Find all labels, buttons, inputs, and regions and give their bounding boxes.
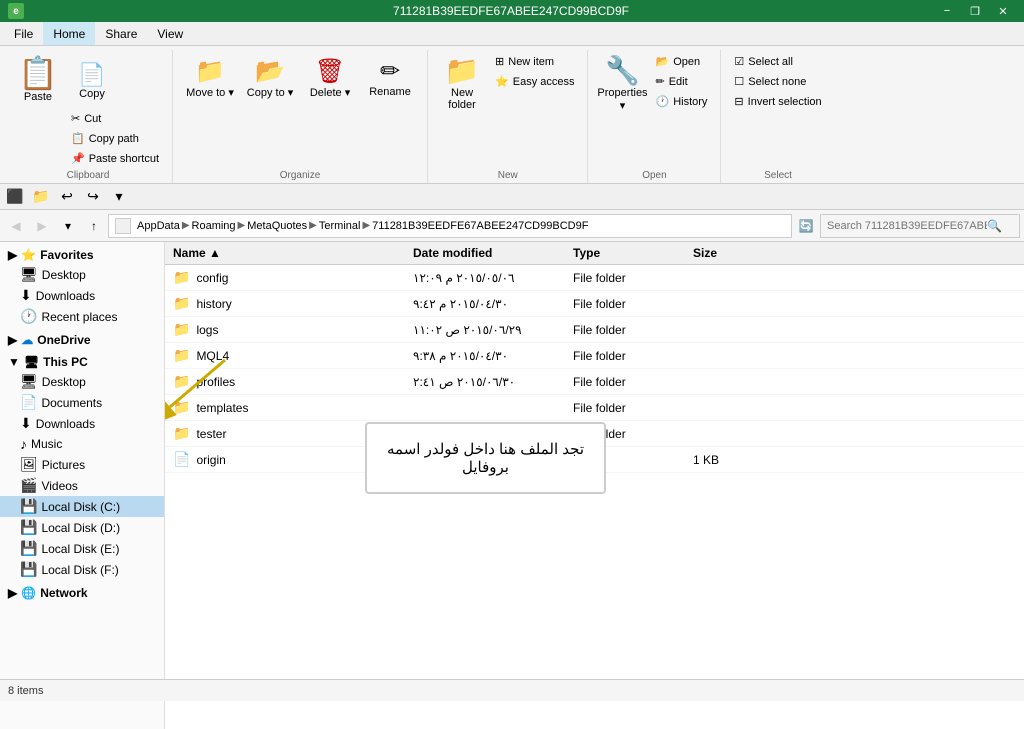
ribbon-new-group: 📁 Newfolder ⊞New item ⭐Easy access New: [428, 50, 588, 183]
title-bar: e 711281B39EEDFE67ABEE247CD99BCD9F − ❐ ✕: [0, 0, 1024, 22]
sidebar-network-header[interactable]: ▶🌐 Network: [0, 584, 164, 602]
history-button[interactable]: 🕐History: [650, 92, 712, 111]
sidebar-favorites-header[interactable]: ▶⭐ Favorites: [0, 246, 164, 264]
sidebar-thispc-header[interactable]: ▼🖥 This PC: [0, 353, 164, 371]
sidebar-network: ▶🌐 Network: [0, 584, 164, 602]
sidebar: ▶⭐ Favorites 🖥Desktop ⬇Downloads 🕐Recent…: [0, 242, 165, 729]
recent-locations-button[interactable]: ▾: [56, 214, 80, 238]
sidebar-item-music[interactable]: ♪Music: [0, 434, 164, 454]
table-row[interactable]: 📁templates File folder: [165, 395, 1024, 421]
ribbon-select-group: ☑Select all ☐Select none ⊟Invert selecti…: [721, 50, 834, 183]
copy-path-button[interactable]: 📋Copy path: [66, 129, 164, 148]
quick-toolbar: ⬛ 📁 ↩ ↪ ▾: [0, 184, 1024, 210]
search-box[interactable]: 🔍: [820, 214, 1020, 238]
sidebar-item-desktop[interactable]: 🖥Desktop: [0, 264, 164, 285]
ribbon-open-group: 🔧 Properties ▾ 📂Open ✏Edit 🕐History Open: [588, 50, 721, 183]
qt-undo-button[interactable]: ↩: [56, 186, 78, 208]
main-area: ▶⭐ Favorites 🖥Desktop ⬇Downloads 🕐Recent…: [0, 242, 1024, 729]
qt-new-folder-button[interactable]: 📁: [30, 186, 52, 208]
move-to-button[interactable]: 📁 Move to ▾: [181, 52, 239, 102]
col-name-header[interactable]: Name ▲: [165, 244, 405, 262]
sidebar-item-local-d[interactable]: 💾Local Disk (D:): [0, 517, 164, 538]
ribbon-clipboard-group: 📋 Paste 📄 Copy ✂Cut 📋Copy path 📌Paste sh…: [4, 50, 173, 183]
file-list: Name ▲ Date modified Type Size 📁config ٢…: [165, 242, 1024, 729]
new-item-button[interactable]: ⊞New item: [490, 52, 579, 71]
edit-button[interactable]: ✏Edit: [650, 72, 712, 91]
cut-button[interactable]: ✂Cut: [66, 109, 164, 128]
delete-button[interactable]: 🗑 Delete ▾: [301, 52, 359, 102]
table-row[interactable]: 📁MQL4 ٢٠١٥/٠٤/٣٠ م ٩:٣٨ File folder: [165, 343, 1024, 369]
properties-button[interactable]: 🔧 Properties ▾: [596, 52, 648, 115]
sidebar-item-pictures[interactable]: 🖼Pictures: [0, 454, 164, 475]
select-none-button[interactable]: ☐Select none: [729, 72, 826, 91]
status-bar: 8 items: [0, 679, 1024, 701]
back-button[interactable]: ◀: [4, 214, 28, 238]
select-all-button[interactable]: ☑Select all: [729, 52, 826, 71]
up-button[interactable]: ↑: [82, 214, 106, 238]
new-folder-button[interactable]: 📁 Newfolder: [436, 52, 488, 114]
menu-home[interactable]: Home: [43, 22, 95, 45]
open-button[interactable]: 📂Open: [650, 52, 712, 71]
status-text: 8 items: [8, 685, 43, 697]
paste-button[interactable]: 📋 Paste: [12, 52, 64, 106]
file-list-header: Name ▲ Date modified Type Size: [165, 242, 1024, 265]
restore-button[interactable]: ❐: [962, 2, 988, 20]
table-row[interactable]: 📁logs ٢٠١٥/٠٦/٢٩ ص ١١:٠٢ File folder: [165, 317, 1024, 343]
address-bar: ◀ ▶ ▾ ↑ AppData ▶ Roaming ▶ MetaQuotes ▶…: [0, 210, 1024, 242]
table-row[interactable]: 📁history ٢٠١٥/٠٤/٣٠ م ٩:٤٢ File folder: [165, 291, 1024, 317]
col-size-header[interactable]: Size: [685, 244, 765, 262]
col-type-header[interactable]: Type: [565, 244, 685, 262]
breadcrumb-terminal[interactable]: Terminal: [319, 220, 361, 232]
sidebar-item-downloads[interactable]: ⬇Downloads: [0, 285, 164, 306]
table-row-profiles[interactable]: 📁profiles ٢٠١٥/٠٦/٣٠ ص ٢:٤١ File folder: [165, 369, 1024, 395]
table-row[interactable]: 📁config ٢٠١٥/٠٥/٠٦ م ١٢:٠٩ File folder: [165, 265, 1024, 291]
sidebar-favorites: ▶⭐ Favorites 🖥Desktop ⬇Downloads 🕐Recent…: [0, 246, 164, 327]
breadcrumb-appdata[interactable]: AppData: [137, 220, 180, 232]
sidebar-item-local-c[interactable]: 💾Local Disk (C:): [0, 496, 164, 517]
search-input[interactable]: [827, 220, 987, 232]
sidebar-item-local-e[interactable]: 💾Local Disk (E:): [0, 538, 164, 559]
breadcrumb-hash[interactable]: 711281B39EEDFE67ABEE247CD99BCD9F: [372, 220, 588, 232]
sidebar-item-documents[interactable]: 📄Documents: [0, 392, 164, 413]
menu-file[interactable]: File: [4, 22, 43, 45]
ribbon-organize-group: 📁 Move to ▾ 📂 Copy to ▾ 🗑 Delete ▾ ✏ Ren…: [173, 50, 428, 183]
easy-access-button[interactable]: ⭐Easy access: [490, 72, 579, 91]
sidebar-item-thispc-downloads[interactable]: ⬇Downloads: [0, 413, 164, 434]
annotation-box: تجد الملف هنا داخل فولدر اسمه بروفايل: [365, 422, 606, 494]
rename-button[interactable]: ✏ Rename: [361, 52, 419, 101]
minimize-button[interactable]: −: [934, 2, 960, 20]
forward-button[interactable]: ▶: [30, 214, 54, 238]
menu-bar: File Home Share View: [0, 22, 1024, 46]
breadcrumb-roaming[interactable]: Roaming: [192, 220, 236, 232]
copy-button[interactable]: 📄 Copy: [66, 52, 118, 108]
sidebar-onedrive-header[interactable]: ▶☁ OneDrive: [0, 331, 164, 349]
sidebar-onedrive: ▶☁ OneDrive: [0, 331, 164, 349]
refresh-button[interactable]: 🔄: [794, 214, 818, 238]
breadcrumb[interactable]: AppData ▶ Roaming ▶ MetaQuotes ▶ Termina…: [108, 214, 792, 238]
paste-shortcut-button[interactable]: 📌Paste shortcut: [66, 149, 164, 168]
window-title: 711281B39EEDFE67ABEE247CD99BCD9F: [88, 4, 934, 18]
breadcrumb-metaquotes[interactable]: MetaQuotes: [247, 220, 307, 232]
ribbon: 📋 Paste 📄 Copy ✂Cut 📋Copy path 📌Paste sh…: [0, 46, 1024, 184]
invert-selection-button[interactable]: ⊟Invert selection: [729, 92, 826, 111]
menu-share[interactable]: Share: [95, 22, 147, 45]
qt-properties-button[interactable]: ⬛: [4, 186, 26, 208]
close-button[interactable]: ✕: [990, 2, 1016, 20]
sidebar-item-videos[interactable]: 🎬Videos: [0, 475, 164, 496]
annotation-text: تجد الملف هنا داخل فولدر اسمه بروفايل: [387, 440, 584, 476]
copy-to-button[interactable]: 📂 Copy to ▾: [241, 52, 299, 102]
sidebar-item-local-f[interactable]: 💾Local Disk (F:): [0, 559, 164, 580]
menu-view[interactable]: View: [147, 22, 193, 45]
sidebar-item-recent[interactable]: 🕐Recent places: [0, 306, 164, 327]
col-date-header[interactable]: Date modified: [405, 244, 565, 262]
sidebar-thispc: ▼🖥 This PC 🖥Desktop 📄Documents ⬇Download…: [0, 353, 164, 580]
qt-redo-button[interactable]: ↪: [82, 186, 104, 208]
sidebar-item-thispc-desktop[interactable]: 🖥Desktop: [0, 371, 164, 392]
qt-customize-button[interactable]: ▾: [108, 186, 130, 208]
